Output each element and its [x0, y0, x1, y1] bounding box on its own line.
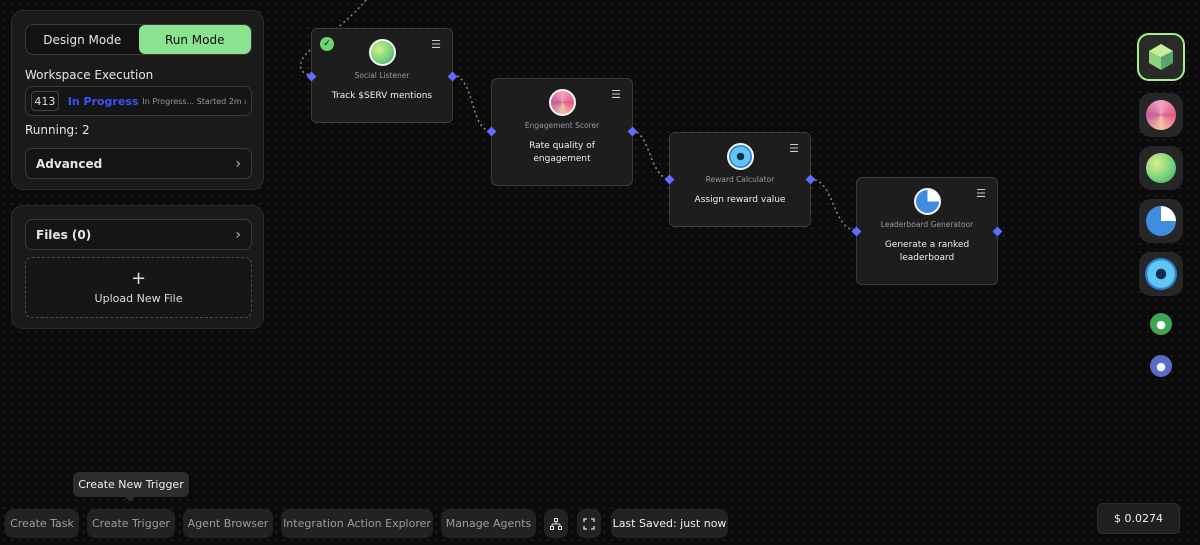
users-icon[interactable]: ●: [1150, 355, 1172, 377]
integration-action-explorer-button[interactable]: Integration Action Explorer: [281, 509, 433, 538]
node-task: Assign reward value: [694, 195, 786, 205]
files-panel: Files (0) › + Upload New File: [11, 205, 264, 329]
mode-toggle: Design Mode Run Mode: [25, 24, 252, 55]
quarter-circle-shape: [1146, 206, 1176, 236]
node-social-listener[interactable]: ✓ ☰ Social Listener Track $SERV mentions: [306, 28, 458, 123]
last-saved-status: Last Saved: just now: [611, 509, 728, 538]
ring-agent-icon[interactable]: [1139, 252, 1183, 296]
output-port[interactable]: [627, 126, 638, 137]
hexagon-shape: [1149, 44, 1173, 70]
hexagon-agent-icon[interactable]: [1137, 33, 1185, 81]
flower-shape: [1146, 100, 1176, 130]
plus-icon: +: [130, 268, 147, 289]
quarter-circle-agent-icon: [914, 188, 941, 215]
node-type: Social Listener: [354, 71, 410, 80]
check-icon: ✓: [320, 37, 334, 51]
fullscreen-shape: [583, 517, 595, 530]
hierarchy-icon[interactable]: [544, 509, 568, 538]
orb-agent-icon[interactable]: [1139, 146, 1183, 190]
chevron-right-icon: ›: [235, 155, 241, 172]
create-task-button[interactable]: Create Task: [5, 509, 79, 538]
fullscreen-icon[interactable]: [577, 509, 601, 538]
menu-icon[interactable]: ☰: [789, 142, 799, 155]
ring-shape: [1145, 258, 1177, 290]
design-mode-button[interactable]: Design Mode: [26, 25, 139, 54]
menu-icon[interactable]: ☰: [431, 38, 441, 51]
node-task: Generate a ranked leaderboard: [884, 240, 970, 263]
orb-shape: [1146, 153, 1176, 183]
user-icon[interactable]: ●: [1150, 313, 1172, 335]
execution-status: In Progress: [67, 94, 139, 108]
flower-agent-icon[interactable]: [1139, 93, 1183, 137]
cost-badge: $ 0.0274: [1097, 503, 1180, 534]
manage-agents-button[interactable]: Manage Agents: [441, 509, 536, 538]
execution-detail: In Progress... Started 2m ago: [142, 96, 246, 106]
node-type: Leaderboard Generatoor: [880, 220, 974, 229]
connector-3-4: [809, 178, 857, 231]
advanced-label: Advanced: [36, 156, 103, 171]
execution-panel: Design Mode Run Mode Workspace Execution…: [11, 10, 264, 190]
menu-icon[interactable]: ☰: [611, 88, 621, 101]
files-label: Files (0): [36, 227, 92, 242]
orb-agent-icon: [369, 39, 396, 66]
files-button[interactable]: Files (0) ›: [25, 219, 252, 250]
node-task: Rate quality of engagement: [529, 141, 595, 164]
advanced-button[interactable]: Advanced ›: [25, 148, 252, 179]
upload-label: Upload New File: [94, 292, 183, 305]
node-reward-calculator[interactable]: ☰ Reward Calculator Assign reward value: [664, 132, 816, 227]
node-task: Track $SERV mentions: [331, 91, 433, 101]
flower-agent-icon: [549, 89, 576, 116]
quarter-circle-agent-icon[interactable]: [1139, 199, 1183, 243]
chevron-right-icon: ›: [235, 226, 241, 243]
node-type: Engagement Scorer: [524, 121, 600, 130]
run-mode-button[interactable]: Run Mode: [138, 25, 251, 54]
create-trigger-tooltip: Create New Trigger: [73, 472, 189, 502]
connector-2-3: [631, 130, 671, 180]
running-count: Running: 2: [25, 123, 90, 137]
hierarchy-shape: [550, 517, 562, 530]
connector-1-2: [451, 74, 492, 132]
node-leaderboard-generator[interactable]: ☰ Leaderboard Generatoor Generate a rank…: [851, 177, 1003, 285]
create-trigger-button[interactable]: Create Trigger: [87, 509, 175, 538]
node-engagement-scorer[interactable]: ☰ Engagement Scorer Rate quality of enga…: [486, 78, 638, 186]
ring-agent-icon: [727, 143, 754, 170]
upload-file-dropzone[interactable]: + Upload New File: [25, 257, 252, 318]
execution-id: 413: [31, 91, 59, 111]
node-type: Reward Calculator: [705, 175, 775, 184]
workspace-execution-title: Workspace Execution: [25, 68, 154, 82]
execution-selector[interactable]: 413 In Progress In Progress... Started 2…: [25, 86, 252, 116]
output-port[interactable]: [992, 226, 1003, 237]
menu-icon[interactable]: ☰: [976, 187, 986, 200]
agent-browser-button[interactable]: Agent Browser: [183, 509, 273, 538]
